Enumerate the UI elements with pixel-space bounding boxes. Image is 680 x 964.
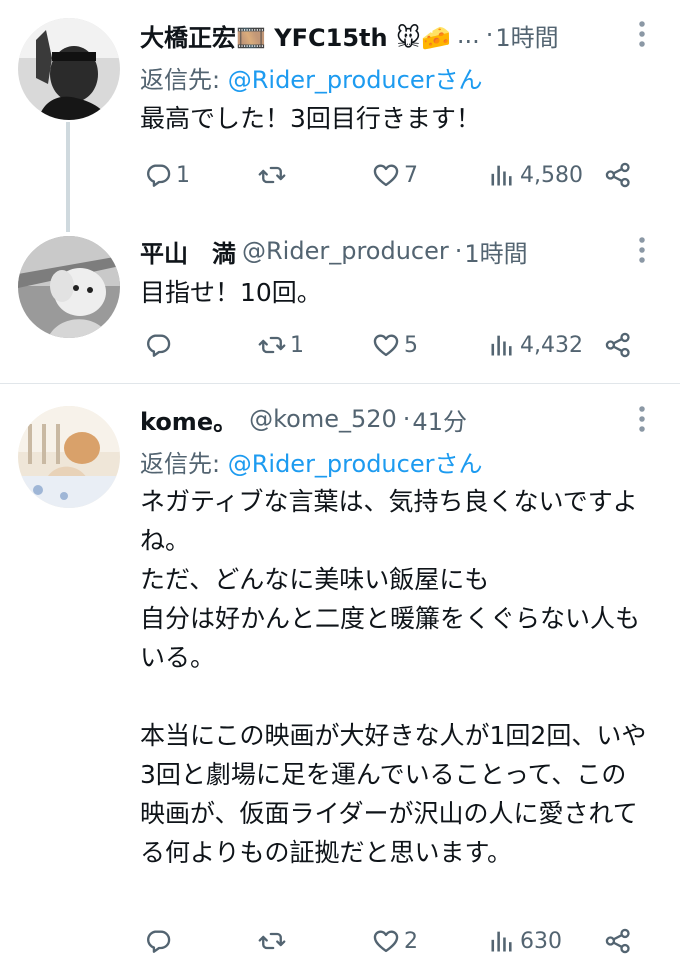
more-icon[interactable] (632, 404, 652, 434)
views-button[interactable]: 4,580 (488, 160, 583, 190)
tweet-1[interactable]: 大橋正宏🎞️ YFC15th 🐭🧀 ... · 1時間 返信先: @Rider_… (0, 0, 680, 232)
reply-icon (144, 331, 172, 359)
tweet-3[interactable]: kome。 @kome_520 · 41分 返信先: @Rider_produc… (0, 384, 680, 964)
thread-line (66, 122, 70, 232)
more-icon[interactable] (632, 19, 652, 49)
timestamp[interactable]: 1時間 (495, 18, 558, 53)
views-count: 630 (520, 928, 562, 954)
tweet-text: 最高でした！3回目行きます！ (140, 104, 481, 133)
tweet-actions: 2 630 (140, 926, 640, 956)
reply-suffix: さん (434, 66, 483, 94)
share-icon (604, 331, 632, 359)
reply-to-prefix: 返信先: (140, 450, 228, 478)
separator-dot: · (454, 237, 463, 265)
reply-to: 返信先: @Rider_producerさん (140, 444, 482, 479)
views-icon (488, 927, 516, 955)
more-icon[interactable] (632, 235, 652, 265)
like-button[interactable]: 2 (372, 926, 418, 956)
avatar[interactable] (18, 406, 120, 508)
like-count: 5 (404, 332, 418, 358)
reply-button[interactable]: 1 (144, 160, 190, 190)
retweet-button[interactable] (258, 160, 290, 190)
views-icon (488, 331, 516, 359)
avatar-photo (18, 406, 120, 508)
avatar-photo (18, 18, 120, 120)
like-icon (372, 927, 400, 955)
like-icon (372, 161, 400, 189)
like-button[interactable]: 7 (372, 160, 418, 190)
reply-icon (144, 927, 172, 955)
separator-dot: · (485, 21, 494, 49)
tweet-2[interactable]: 平山 満 @Rider_producer · 1時間 目指せ！10回。 1 5 … (0, 220, 680, 382)
views-button[interactable]: 4,432 (488, 330, 583, 360)
reply-to-prefix: 返信先: (140, 66, 228, 94)
retweet-icon (258, 161, 286, 189)
retweet-icon (258, 331, 286, 359)
reply-mention-link[interactable]: @Rider_producer (228, 66, 435, 94)
tweet-actions: 1 5 4,432 (140, 330, 640, 360)
retweet-count: 1 (290, 332, 304, 358)
views-icon (488, 161, 516, 189)
views-button[interactable]: 630 (488, 926, 562, 956)
tweet-actions: 1 7 4,580 (140, 160, 640, 190)
share-icon (604, 161, 632, 189)
retweet-icon (258, 927, 286, 955)
name-overflow: ... (456, 21, 480, 49)
display-name[interactable]: 大橋正宏🎞️ YFC15th 🐭🧀 (140, 18, 451, 53)
timestamp[interactable]: 1時間 (464, 234, 527, 269)
reply-icon (144, 161, 172, 189)
user-handle[interactable]: @kome_520 (249, 405, 397, 433)
reply-mention-link[interactable]: @Rider_producer (228, 450, 435, 478)
reply-count: 1 (176, 162, 190, 188)
like-count: 7 (404, 162, 418, 188)
retweet-button[interactable] (258, 926, 290, 956)
like-icon (372, 331, 400, 359)
share-icon (604, 927, 632, 955)
tweet-text: 目指せ！10回。 (140, 278, 322, 307)
views-count: 4,432 (520, 332, 583, 358)
display-name[interactable]: 平山 満 (140, 234, 236, 269)
avatar-photo (18, 236, 120, 338)
tweet-header: kome。 @kome_520 · 41分 (140, 400, 630, 438)
share-button[interactable] (604, 160, 632, 190)
reply-suffix: さん (434, 450, 483, 478)
timestamp[interactable]: 41分 (412, 402, 467, 437)
share-button[interactable] (604, 926, 632, 956)
avatar[interactable] (18, 236, 120, 338)
tweet-header: 大橋正宏🎞️ YFC15th 🐭🧀 ... · 1時間 (140, 16, 630, 54)
display-name[interactable]: kome。 (140, 402, 237, 437)
user-handle[interactable]: @Rider_producer (242, 237, 449, 265)
avatar[interactable] (18, 18, 120, 120)
like-count: 2 (404, 928, 418, 954)
reply-button[interactable] (144, 330, 176, 360)
tweet-text: ネガティブな言葉は、気持ち良くないですよね。 ただ、どんなに美味い飯屋にも 自分… (140, 487, 647, 867)
reply-button[interactable] (144, 926, 176, 956)
tweet-header: 平山 満 @Rider_producer · 1時間 (140, 232, 630, 270)
share-button[interactable] (604, 330, 632, 360)
retweet-button[interactable]: 1 (258, 330, 304, 360)
separator-dot: · (402, 405, 411, 433)
reply-to: 返信先: @Rider_producerさん (140, 60, 482, 95)
like-button[interactable]: 5 (372, 330, 418, 360)
views-count: 4,580 (520, 162, 583, 188)
